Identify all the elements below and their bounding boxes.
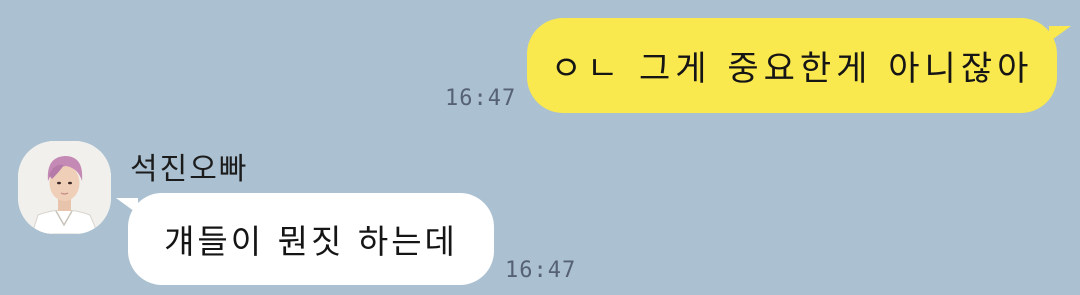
message-time: 16:47 <box>445 86 517 111</box>
incoming-message-bubble[interactable]: 걔들이 뭔짓 하는데 <box>116 193 494 285</box>
outgoing-message-bubble[interactable]: ㅇㄴ 그게 중요한게 아니잖아 <box>527 18 1071 113</box>
profile-photo-icon <box>18 141 111 234</box>
avatar[interactable] <box>18 141 111 234</box>
message-text: ㅇㄴ 그게 중요한게 아니잖아 <box>550 49 1034 89</box>
message-text: 걔들이 뭔짓 하는데 <box>164 222 458 261</box>
sender-name: 석진오빠 <box>130 152 249 187</box>
message-time: 16:47 <box>505 258 577 283</box>
